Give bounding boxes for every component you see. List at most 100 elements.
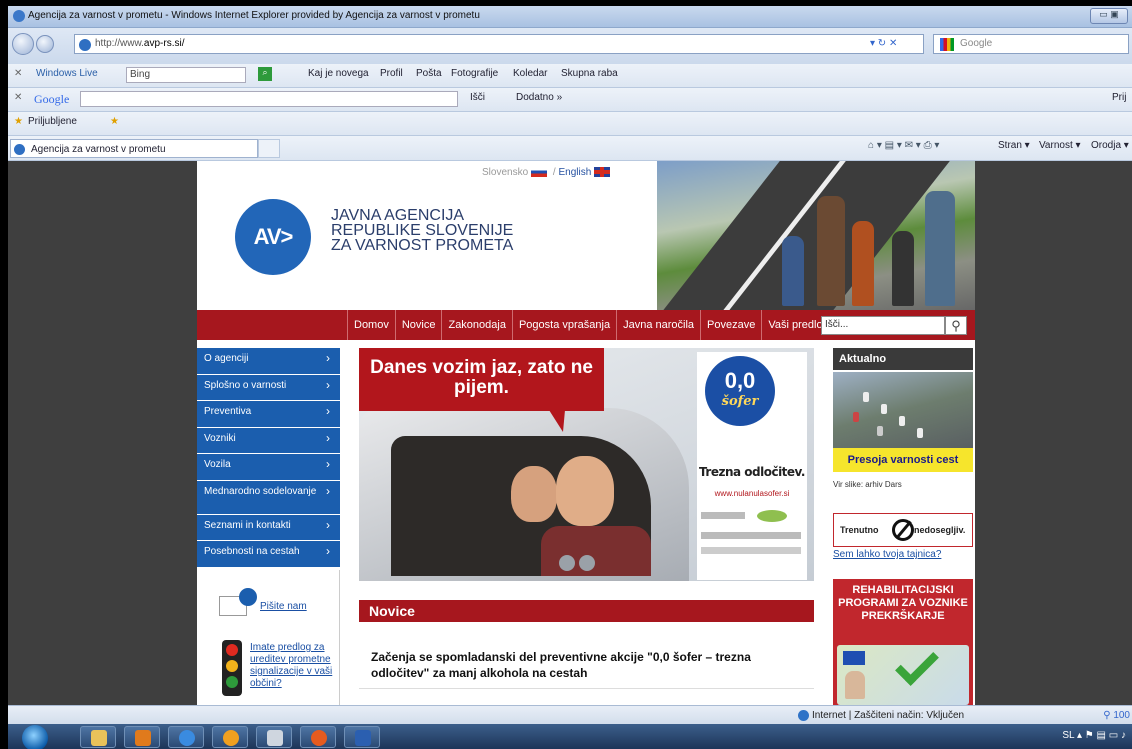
slovenia-flag-icon[interactable] — [531, 167, 548, 178]
close-google-toolbar-icon[interactable]: ✕ — [14, 92, 22, 103]
signalizacija-predlog-link[interactable]: Imate predlog za ureditev prometne signa… — [250, 642, 334, 690]
campaign-banner[interactable]: Danes vozim jaz, zato ne pijem. 0,0 šofe… — [359, 348, 814, 581]
side-item-seznami[interactable]: Seznami in kontakti — [197, 514, 340, 541]
live-link-5[interactable]: Skupna raba — [561, 68, 618, 79]
live-link-3[interactable]: Fotografije — [451, 68, 498, 79]
google-signin-link[interactable]: Prij — [1112, 92, 1126, 103]
side-item-posebnosti[interactable]: Posebnosti na cestah — [197, 541, 340, 568]
home-feed-print-icons[interactable]: ⌂ ▾ ▤ ▾ ✉ ▾ ⎙ ▾ — [868, 140, 939, 151]
system-tray[interactable]: SL ▴ ⚑ ▤ ▭ ♪ — [1062, 730, 1126, 741]
prev-arrow-icon[interactable] — [559, 555, 575, 571]
traffic-light-icon — [222, 640, 242, 696]
no-phone-icon — [892, 519, 914, 541]
live-link-0[interactable]: Kaj je novega — [308, 68, 369, 79]
add-favorite-icon[interactable]: ★ — [110, 116, 119, 127]
windows-taskbar: SL ▴ ⚑ ▤ ▭ ♪ — [8, 724, 1132, 749]
forward-button[interactable] — [36, 35, 54, 53]
sponsor-logo — [757, 510, 787, 522]
zoom-level[interactable]: ⚲ 100 — [1103, 710, 1130, 721]
side-item-mednarodno[interactable]: Mednarodno sodelovanje — [197, 480, 340, 515]
live-link-2[interactable]: Pošta — [416, 68, 442, 79]
nav-zakonodaja[interactable]: Zakonodaja — [441, 310, 512, 340]
side-item-vozila[interactable]: Vozila — [197, 454, 340, 481]
back-button[interactable] — [12, 33, 34, 55]
nav-pogosta-vprasanja[interactable]: Pogosta vprašanja — [511, 310, 616, 340]
taskbar-word[interactable] — [344, 726, 380, 748]
security-zone[interactable]: Internet | Zaščiteni način: Vključen — [798, 710, 964, 721]
eu-flag-icon — [843, 651, 865, 665]
child-figure — [892, 231, 914, 306]
side-item-vozniki[interactable]: Vozniki — [197, 427, 340, 454]
windows-live-toolbar: ✕ Windows Live Bing ⌕ Kaj je novega Prof… — [8, 64, 1132, 88]
ie-icon — [13, 10, 25, 22]
side-navigation: O agenciji Splošno o varnosti Preventiva… — [197, 348, 340, 568]
lang-english-link[interactable]: English — [558, 167, 591, 178]
news-headline[interactable]: Začenja se spomladanski del preventivne … — [371, 649, 801, 681]
start-button-icon[interactable] — [22, 725, 48, 749]
cmd-tools[interactable]: Orodja ▾ — [1091, 140, 1129, 151]
address-input[interactable]: http://www.avp-rs.si/ — [74, 34, 924, 54]
google-label: Google — [34, 92, 70, 106]
window-controls[interactable]: ▭ ▣ — [1090, 8, 1128, 24]
driver-face — [556, 456, 614, 526]
avp-logo[interactable]: AV> — [235, 199, 311, 275]
tab-active[interactable]: Agencija za varnost v prometu — [10, 139, 258, 158]
web-page: Slovensko / English AV> JAVNA AGENCIJA R… — [197, 161, 975, 705]
browser-search-input[interactable]: Google — [933, 34, 1129, 54]
favorites-star-icon: ★ — [14, 116, 23, 127]
next-arrow-icon[interactable] — [579, 555, 595, 571]
sofer-logo-panel: 0,0 šofer Trezna odločitev. www.nulanula… — [697, 352, 807, 580]
trenutno-nedosegljiv-banner[interactable]: Trenutno nedosegljiv. — [833, 513, 973, 547]
novice-header: Novice — [359, 600, 814, 622]
google-more-button[interactable]: Dodatno » — [516, 92, 562, 103]
taskbar-ie[interactable] — [168, 726, 204, 748]
cmd-safety[interactable]: Varnost ▾ — [1039, 140, 1081, 151]
license-card-graphic — [837, 642, 969, 705]
top-navigation: Domov Novice Zakonodaja Pogosta vprašanj… — [197, 310, 975, 340]
refresh-stop-icons[interactable]: ▾ ↻ ✕ — [870, 38, 897, 49]
uk-flag-icon[interactable] — [594, 167, 611, 178]
nav-javna-narocila[interactable]: Javna naročila — [616, 310, 700, 340]
live-link-1[interactable]: Profil — [380, 68, 403, 79]
pisite-nam-link[interactable]: Pišite nam — [260, 601, 307, 612]
globe-icon — [798, 710, 809, 721]
side-item-o-agenciji[interactable]: O agenciji — [197, 348, 340, 375]
live-link-4[interactable]: Koledar — [513, 68, 547, 79]
arrow-circle-icon — [239, 588, 257, 606]
new-tab-button[interactable] — [258, 139, 280, 158]
tajnica-link[interactable]: Sem lahko tvoja tajnica? — [833, 549, 941, 560]
search-icon[interactable]: ⚲ — [945, 316, 967, 335]
taskbar-app-orange[interactable] — [212, 726, 248, 748]
side-item-splosno[interactable]: Splošno o varnosti — [197, 374, 340, 401]
license-photo — [845, 671, 865, 699]
bing-search-input[interactable]: Bing — [126, 67, 246, 83]
nav-povezave[interactable]: Povezave — [700, 310, 761, 340]
sponsor-logo — [701, 512, 745, 519]
sidebar-links: Pišite nam Imate predlog za ureditev pro… — [197, 570, 340, 705]
highway-photo[interactable] — [833, 372, 973, 448]
google-go-button[interactable]: Išči — [470, 92, 485, 103]
search-go-icon[interactable]: ⌕ — [258, 67, 272, 81]
sponsor-logo — [701, 547, 801, 554]
google-search-input[interactable] — [80, 91, 458, 107]
lang-slovensko-link[interactable]: Slovensko — [482, 167, 528, 178]
presoja-banner[interactable]: Presoja varnosti cest — [833, 448, 973, 472]
agency-name: JAVNA AGENCIJA REPUBLIKE SLOVENIJE ZA VA… — [331, 207, 514, 254]
favorites-label[interactable]: Priljubljene — [28, 116, 77, 127]
sofer-badge: 0,0 šofer — [705, 356, 775, 426]
nav-novice[interactable]: Novice — [394, 310, 442, 340]
nav-domov[interactable]: Domov — [347, 310, 395, 340]
cmd-page[interactable]: Stran ▾ — [998, 140, 1030, 151]
url-domain: avp-rs.si/ — [143, 38, 185, 49]
taskbar-app-gray[interactable] — [256, 726, 292, 748]
taskbar-explorer[interactable] — [80, 726, 116, 748]
taskbar-firefox[interactable] — [300, 726, 336, 748]
site-favicon-icon — [79, 39, 91, 51]
rehab-programs-banner[interactable]: REHABILITACIJSKI PROGRAMI ZA VOZNIKE PRE… — [833, 579, 973, 705]
windows-live-label[interactable]: Windows Live — [36, 68, 98, 79]
taskbar-media-player[interactable] — [124, 726, 160, 748]
site-search-input[interactable]: Išči... — [821, 316, 945, 335]
close-toolbar-icon[interactable]: ✕ — [14, 68, 22, 79]
address-toolbar: http://www.avp-rs.si/ ▾ ↻ ✕ Google — [8, 28, 1132, 64]
side-item-preventiva[interactable]: Preventiva — [197, 401, 340, 428]
